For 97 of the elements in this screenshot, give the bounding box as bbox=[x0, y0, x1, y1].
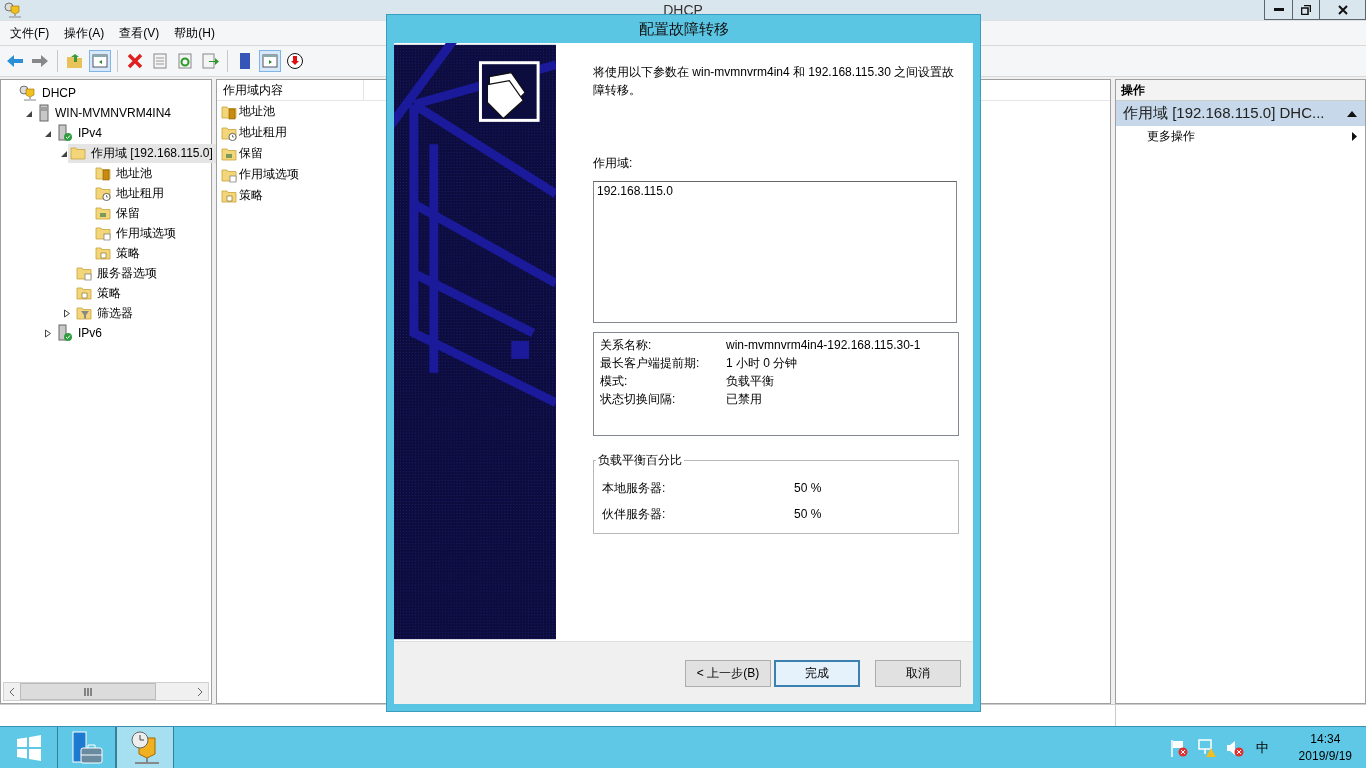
intro-text: 将使用以下参数在 win-mvmnvrm4in4 和 192.168.115.30 之间设置故障转移。 bbox=[593, 64, 956, 99]
detail-value: 1 小时 0 分钟 bbox=[726, 354, 799, 372]
server-check-icon bbox=[57, 324, 73, 342]
folder-icon bbox=[95, 165, 111, 181]
scope-list[interactable]: 192.168.115.0 bbox=[593, 181, 957, 323]
dhcp-icon bbox=[4, 2, 22, 18]
menu-item[interactable]: 帮助(H) bbox=[168, 24, 224, 42]
detail-label: 关系名称: bbox=[600, 336, 653, 354]
list-item[interactable]: 作用域选项 bbox=[239, 166, 299, 183]
scope-item[interactable]: 192.168.115.0 bbox=[597, 184, 953, 198]
export-icon bbox=[201, 52, 219, 70]
detail-label: 最长客户端提前期: bbox=[600, 354, 701, 372]
folder-icon bbox=[221, 166, 237, 183]
scroll-left-icon bbox=[9, 686, 15, 697]
list-item[interactable]: 策略 bbox=[239, 187, 263, 204]
list-item[interactable]: 地址池 bbox=[239, 103, 275, 120]
pane-icon bbox=[261, 52, 279, 70]
balance-label: 伙伴服务器: bbox=[602, 505, 667, 523]
tree-item[interactable]: 策略 bbox=[74, 283, 124, 303]
collapsed-arrow-icon[interactable] bbox=[44, 328, 52, 338]
folder-icon bbox=[221, 124, 237, 141]
dialog-title: 配置故障转移 bbox=[638, 19, 729, 39]
scrollbar-thumb[interactable] bbox=[20, 683, 156, 700]
folder-icon bbox=[95, 225, 111, 241]
forward-arrow-icon bbox=[31, 52, 49, 70]
dhcp-icon bbox=[129, 729, 161, 766]
action-group-header[interactable]: 作用域 [192.168.115.0] DHC... bbox=[1116, 101, 1365, 126]
tree-item[interactable]: 作用域 [192.168.115.0] bbox=[68, 143, 216, 163]
tree-item[interactable]: IPv4 bbox=[55, 123, 105, 143]
action-item[interactable]: 更多操作 bbox=[1147, 127, 1195, 145]
folder-icon bbox=[76, 285, 92, 301]
folder-icon bbox=[221, 145, 237, 162]
detail-value: 已禁用 bbox=[726, 390, 763, 408]
dialog-button[interactable]: 完成 bbox=[774, 659, 860, 687]
tree-item[interactable]: DHCP bbox=[17, 84, 79, 102]
column-header[interactable]: 作用域内容 bbox=[217, 80, 364, 100]
folder-icon bbox=[221, 103, 237, 120]
detail-value: 负载平衡 bbox=[726, 372, 775, 390]
horizontal-scrollbar[interactable] bbox=[3, 682, 209, 701]
balance-label: 本地服务器: bbox=[602, 479, 667, 497]
server-check-icon bbox=[57, 124, 73, 142]
group-legend: 负载平衡百分比 bbox=[596, 452, 684, 469]
tree-item[interactable]: 地址池 bbox=[93, 163, 155, 183]
windows-logo-icon bbox=[15, 734, 42, 761]
balance-value: 50 % bbox=[794, 506, 823, 523]
folder-icon bbox=[95, 205, 111, 221]
menu-item[interactable]: 操作(A) bbox=[58, 24, 114, 42]
dialog-button[interactable]: 取消 bbox=[875, 659, 961, 687]
stop-icon bbox=[286, 52, 304, 70]
balance-value: 50 % bbox=[794, 480, 823, 497]
speaker-muted-icon[interactable] bbox=[1225, 738, 1244, 757]
folder-icon bbox=[95, 245, 111, 261]
delete-icon bbox=[126, 52, 144, 70]
tree-item[interactable]: 作用域选项 bbox=[93, 223, 179, 243]
folder-icon bbox=[95, 185, 111, 201]
menu-item[interactable]: 文件(F) bbox=[4, 24, 59, 42]
tree-item[interactable]: IPv6 bbox=[55, 323, 105, 343]
tree-item[interactable]: 筛选器 bbox=[74, 303, 136, 323]
toolbar-button[interactable] bbox=[284, 50, 306, 72]
input-method-indicator[interactable]: 中 bbox=[1255, 738, 1269, 757]
list-item[interactable]: 地址租用 bbox=[239, 124, 287, 141]
minimize-icon bbox=[1273, 7, 1284, 12]
list-item[interactable]: 保留 bbox=[239, 145, 263, 162]
tree-item[interactable]: 保留 bbox=[93, 203, 143, 223]
grip-icon bbox=[84, 687, 92, 696]
properties-icon bbox=[151, 52, 169, 70]
clock-date: 2019/9/19 bbox=[1298, 749, 1352, 763]
submenu-arrow-icon bbox=[1352, 131, 1357, 141]
folder-icon bbox=[221, 187, 237, 204]
refresh-icon bbox=[176, 52, 194, 70]
back-arrow-icon bbox=[6, 52, 24, 70]
taskbar-app-button[interactable] bbox=[116, 727, 174, 768]
collapsed-arrow-icon[interactable] bbox=[63, 308, 71, 318]
restore-icon bbox=[1301, 4, 1311, 15]
tree-item[interactable]: 服务器选项 bbox=[74, 263, 160, 283]
menu-item[interactable]: 查看(V) bbox=[113, 24, 169, 42]
clock-time: 14:34 bbox=[1310, 732, 1341, 746]
folder-up-icon bbox=[66, 52, 84, 70]
folder-icon bbox=[76, 265, 92, 281]
detail-label: 模式: bbox=[600, 372, 629, 390]
flag-error-icon[interactable] bbox=[1169, 738, 1188, 757]
scope-label: 作用域: bbox=[593, 155, 634, 172]
actions-header: 操作 bbox=[1116, 80, 1365, 101]
dialog-button[interactable]: < 上一步(B) bbox=[685, 659, 771, 687]
server-icon bbox=[38, 104, 50, 122]
tree-item[interactable]: 地址租用 bbox=[93, 183, 167, 203]
dhcp-icon bbox=[19, 85, 37, 101]
pane-icon bbox=[91, 52, 109, 70]
scroll-right-icon bbox=[197, 686, 203, 697]
server-toolbox-icon bbox=[70, 730, 103, 765]
close-icon bbox=[1337, 4, 1348, 15]
detail-label: 状态切换间隔: bbox=[600, 390, 677, 408]
folder-icon bbox=[76, 305, 92, 321]
folder-icon bbox=[70, 145, 86, 161]
detail-value: win-mvmnvrm4in4-192.168.115.30-1 bbox=[726, 337, 922, 354]
tree-item[interactable]: WIN-MVMNVRM4IN4 bbox=[36, 103, 174, 123]
tree-item[interactable]: 策略 bbox=[93, 243, 143, 263]
